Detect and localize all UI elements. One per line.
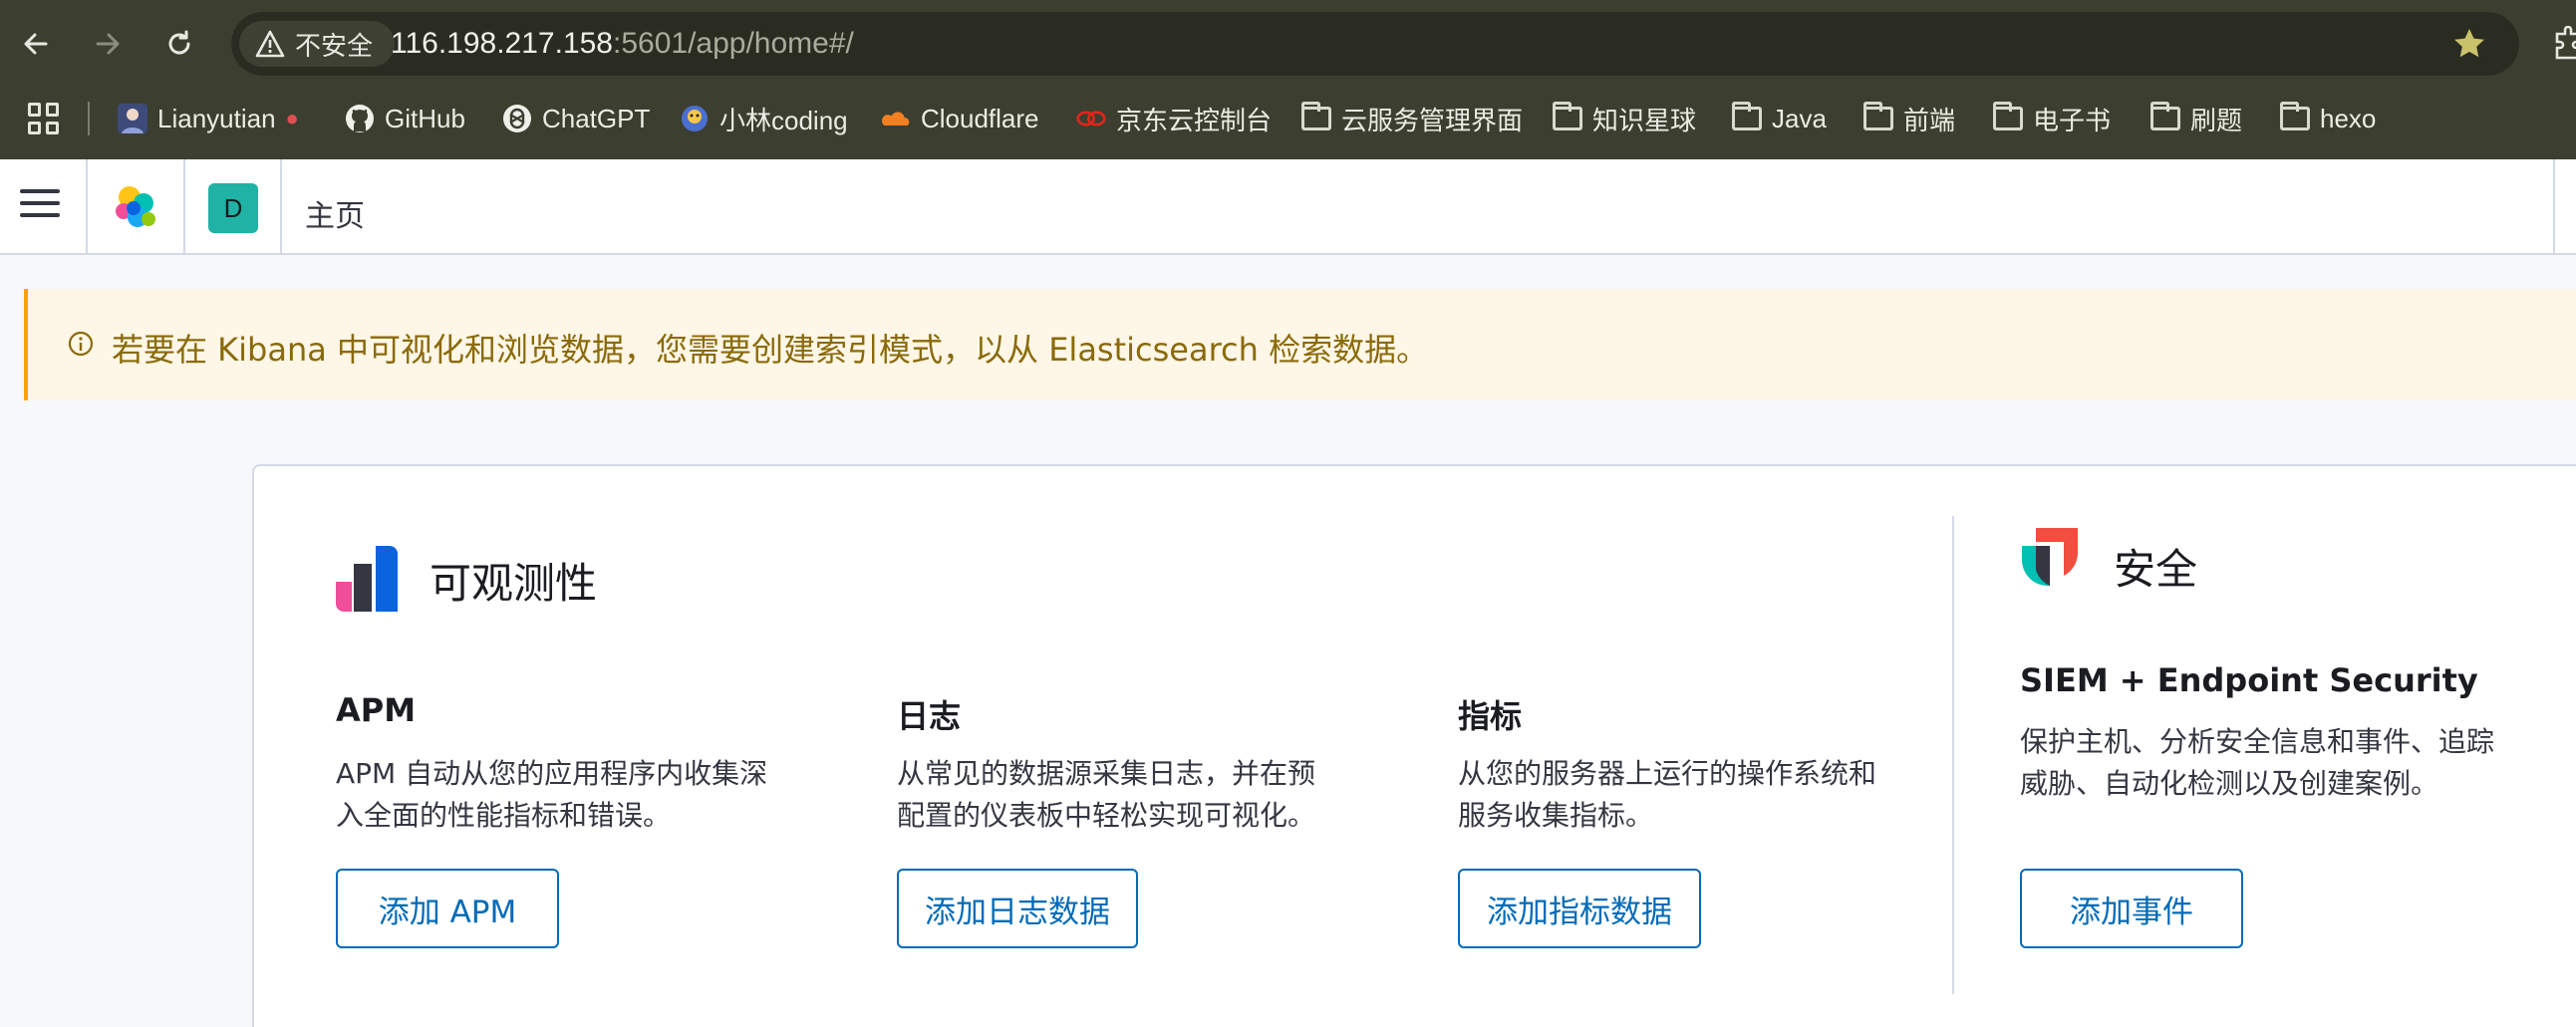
bookmark-chatgpt[interactable]: ChatGPT (502, 96, 650, 141)
bookmark-label: 京东云控制台 (1116, 105, 1273, 135)
security-chip[interactable]: 不安全 (239, 21, 396, 67)
bookmark-label: GitHub (385, 103, 465, 133)
bookmark-label: ChatGPT (542, 103, 651, 133)
bookmark-folder-frontend[interactable]: 前端 (1863, 96, 1955, 141)
arrow-right-icon (96, 33, 120, 55)
bookmark-folder-zsxq[interactable]: 知识星球 (1553, 96, 1696, 141)
security-title: 安全 (2114, 545, 2198, 594)
observability-logo-icon (336, 546, 398, 612)
bookmark-label: 知识星球 (1592, 105, 1697, 135)
bookmark-label: 电子书 (2033, 105, 2112, 135)
folder-icon (1301, 102, 1331, 133)
section-divider (1952, 516, 1954, 994)
apm-card-description: APM 自动从您的应用程序内收集深入全面的性能指标和错误。 (336, 757, 768, 832)
bookmark-folder-ebook[interactable]: 电子书 (1993, 96, 2111, 141)
index-pattern-callout: 若要在 Kibana 中可视化和浏览数据，您需要创建索引模式，以从 Elasti… (24, 289, 2576, 400)
elastic-logo-icon[interactable] (110, 183, 159, 233)
add-events-button[interactable]: 添加事件 (2020, 869, 2243, 948)
bookmark-label: Java (1772, 103, 1827, 133)
header-divider (86, 159, 88, 255)
url-text[interactable]: 116.198.217.158:5601/app/home#/ (391, 27, 854, 61)
bookmarks-bar: Lianyutian ● GitHub ChatGPT 小林coding Clo… (0, 92, 2576, 145)
add-logs-button[interactable]: 添加日志数据 (897, 869, 1138, 948)
address-bar[interactable]: 不安全 116.198.217.158:5601/app/home#/ (231, 12, 2519, 76)
header-divider (280, 159, 282, 255)
extensions-icon[interactable] (2553, 26, 2576, 60)
forward-button[interactable] (86, 22, 130, 66)
bookmark-folder-cloud-service[interactable]: 云服务管理界面 (1301, 96, 1523, 141)
solutions-panel: 可观测性 APM APM 自动从您的应用程序内收集深入全面的性能指标和错误。 添… (252, 464, 2576, 1027)
add-metrics-button[interactable]: 添加指标数据 (1458, 869, 1701, 948)
bookmark-lianyutian[interactable]: Lianyutian ● (118, 96, 299, 141)
bookmark-label: 云服务管理界面 (1341, 105, 1524, 135)
metrics-card-title: 指标 (1458, 697, 1523, 735)
url-host: 116.198.217.158 (391, 27, 613, 60)
info-icon (68, 331, 94, 357)
security-logo-icon (2022, 528, 2078, 587)
siem-card-title: SIEM + Endpoint Security (2020, 661, 2478, 699)
bookmark-folder-leetcode[interactable]: 刷题 (2150, 96, 2242, 141)
bookmark-label: 小林coding (719, 105, 848, 135)
bookmark-label: 刷题 (2190, 105, 2243, 135)
avatar-icon (118, 104, 147, 133)
bookmark-label: Cloudflare (921, 103, 1039, 133)
space-avatar[interactable]: D (208, 183, 258, 233)
apps-grid-icon[interactable] (28, 103, 60, 134)
apm-card-title: APM (336, 691, 417, 729)
bookmarks-separator (88, 102, 90, 135)
bookmark-label: hexo (2320, 103, 2377, 133)
security-chip-label: 不安全 (295, 30, 374, 61)
hamburger-menu-button[interactable] (20, 189, 60, 225)
jdcloud-icon (1076, 104, 1106, 133)
bookmark-folder-java[interactable]: Java (1732, 96, 1827, 141)
bookmark-folder-hexo[interactable]: hexo (2280, 96, 2376, 141)
bookmark-jdcloud[interactable]: 京东云控制台 (1076, 96, 1272, 141)
xiaolin-icon (680, 104, 710, 133)
address-row: 不安全 116.198.217.158:5601/app/home#/ (0, 0, 2576, 88)
logs-card-description: 从常见的数据源采集日志，并在预配置的仪表板中轻松实现可视化。 (897, 757, 1316, 832)
callout-message: 若要在 Kibana 中可视化和浏览数据，您需要创建索引模式，以从 Elasti… (112, 331, 1429, 369)
folder-icon (1732, 102, 1762, 133)
logs-card-title: 日志 (897, 697, 962, 735)
bookmark-github[interactable]: GitHub (345, 96, 465, 141)
header-divider (2553, 159, 2555, 255)
metrics-card-description: 从您的服务器上运行的操作系统和服务收集指标。 (1458, 757, 1877, 832)
arrow-left-icon (24, 33, 48, 55)
bookmark-star-icon[interactable] (2451, 26, 2487, 62)
folder-icon (1993, 102, 2023, 133)
breadcrumb: 主页 (305, 199, 365, 234)
add-apm-button[interactable]: 添加 APM (336, 869, 559, 948)
github-icon (345, 104, 375, 133)
watermelon-emoji-icon: ● (285, 106, 299, 130)
bookmark-label: Lianyutian (157, 103, 276, 133)
bookmark-xiaolin[interactable]: 小林coding (680, 96, 848, 141)
folder-icon (2150, 102, 2180, 133)
url-path: :5601/app/home#/ (613, 27, 854, 60)
folder-icon (1553, 102, 1582, 133)
cloudflare-icon (881, 104, 911, 133)
folder-icon (1863, 102, 1893, 133)
siem-card-description: 保护主机、分析安全信息和事件、追踪威胁、自动化检测以及创建案例。 (2020, 725, 2495, 800)
browser-chrome: 不安全 116.198.217.158:5601/app/home#/ Lian… (0, 0, 2576, 159)
kibana-header: D 主页 (0, 159, 2576, 255)
warning-icon (255, 30, 285, 58)
header-divider (183, 159, 185, 255)
observability-title: 可观测性 (429, 559, 598, 608)
reload-button[interactable] (157, 22, 201, 66)
chatgpt-icon (502, 104, 532, 133)
folder-icon (2280, 102, 2310, 133)
back-button[interactable] (14, 22, 58, 66)
bookmark-cloudflare[interactable]: Cloudflare (881, 96, 1039, 141)
bookmark-label: 前端 (1903, 105, 1956, 135)
reload-icon (168, 30, 190, 55)
